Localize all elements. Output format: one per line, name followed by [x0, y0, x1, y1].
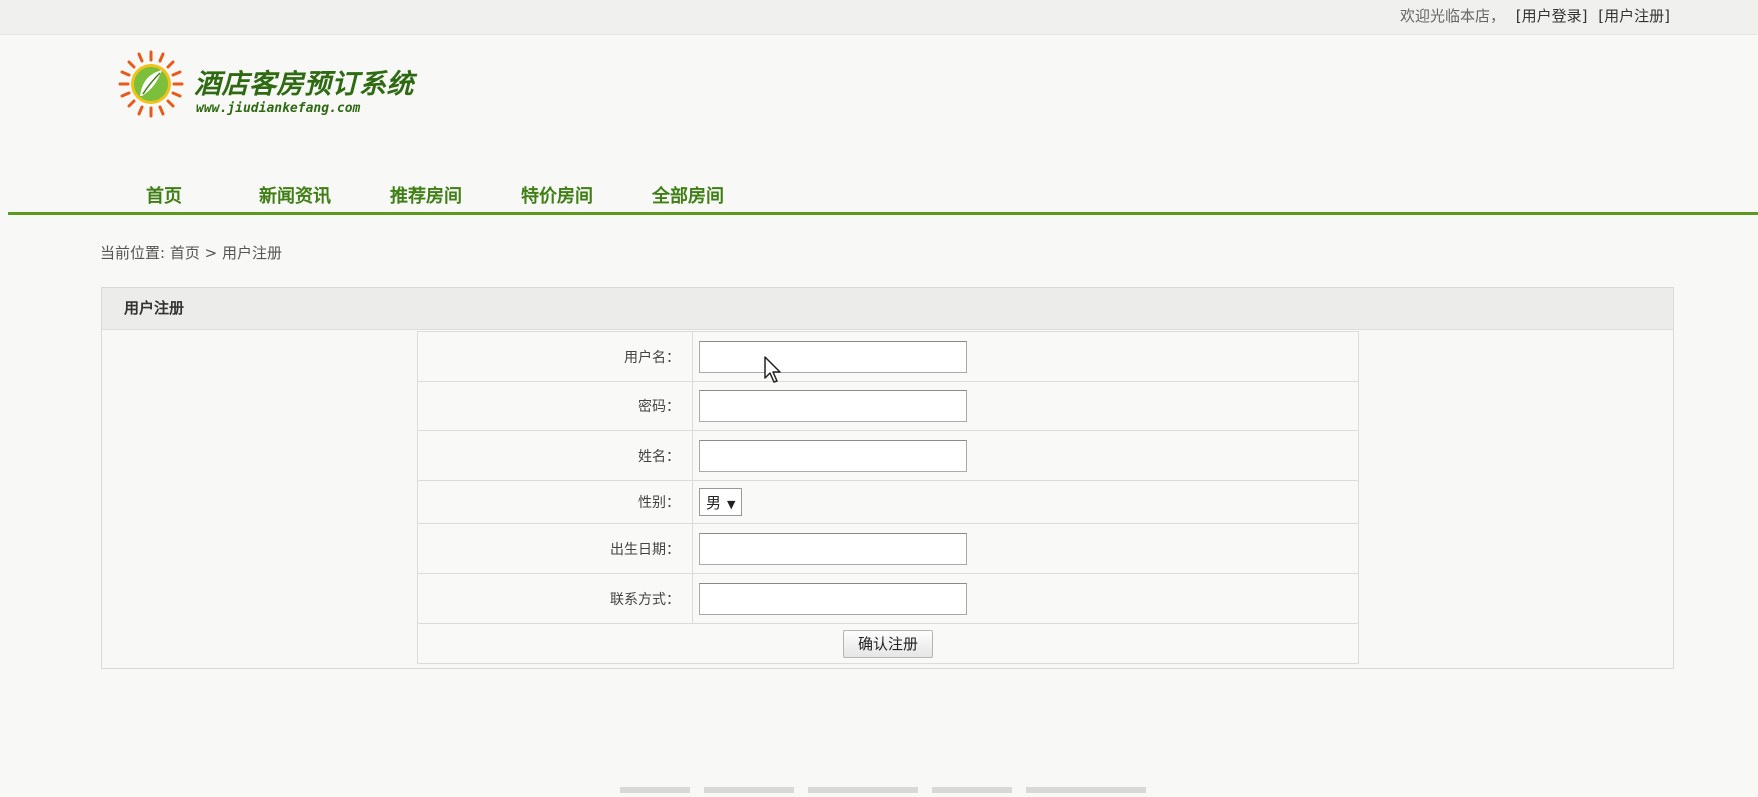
gender-selected-value: 男: [706, 494, 722, 512]
top-bar: 欢迎光临本店， [用户登录] [用户注册]: [0, 0, 1758, 35]
nav-home[interactable]: 首页: [146, 182, 182, 208]
breadcrumb-current: 用户注册: [222, 244, 283, 262]
name-label: 姓名：: [417, 430, 693, 481]
login-link[interactable]: [用户登录]: [1516, 7, 1588, 25]
birthday-label: 出生日期：: [417, 523, 693, 574]
footer-blur: [620, 778, 1220, 794]
top-links: 欢迎光临本店， [用户登录] [用户注册]: [1400, 5, 1670, 26]
site-title: 酒店客房预订系统: [194, 69, 414, 100]
breadcrumb-home-link[interactable]: 首页: [170, 244, 200, 262]
username-label: 用户名：: [417, 331, 693, 382]
name-input[interactable]: [699, 439, 967, 472]
site-url: www.jiudiankefang.com: [196, 101, 361, 116]
sun-leaf-logo-icon: [118, 50, 184, 118]
username-input[interactable]: [699, 340, 967, 373]
password-input[interactable]: [699, 390, 967, 422]
nav-recommended-rooms[interactable]: 推荐房间: [390, 182, 462, 208]
register-link[interactable]: [用户注册]: [1598, 7, 1670, 25]
nav-special-rooms[interactable]: 特价房间: [521, 182, 593, 208]
form-row-gender: 性别： 男 ▼: [417, 480, 1359, 524]
form-row-birthday: 出生日期：: [417, 523, 1359, 574]
panel-title: 用户注册: [102, 288, 1673, 330]
welcome-text: 欢迎光临本店，: [1399, 7, 1505, 25]
site-logo[interactable]: 酒店客房预订系统 www.jiudiankefang.com: [118, 48, 418, 124]
password-label: 密码：: [417, 381, 693, 431]
form-row-contact: 联系方式：: [417, 573, 1359, 624]
birthday-input[interactable]: [699, 532, 967, 565]
nav-all-rooms[interactable]: 全部房间: [652, 182, 724, 208]
breadcrumb-prefix: 当前位置:: [100, 244, 166, 262]
form-row-submit: 确认注册: [417, 623, 1359, 664]
form-row-name: 姓名：: [417, 430, 1359, 481]
main-nav: 首页 新闻资讯 推荐房间 特价房间 全部房间: [8, 178, 1758, 215]
gender-label: 性别：: [417, 480, 693, 524]
breadcrumb-separator: >: [204, 244, 218, 262]
submit-register-button[interactable]: 确认注册: [842, 629, 933, 658]
breadcrumb: 当前位置: 首页 > 用户注册: [100, 242, 282, 263]
nav-news[interactable]: 新闻资讯: [259, 182, 331, 208]
register-form: 用户名： 密码： 姓名： 性别： 男 ▼ 出生日期： 联系方式： 确认注册: [417, 331, 1359, 664]
mouse-cursor-icon: [764, 356, 781, 383]
form-row-username: 用户名：: [417, 331, 1359, 382]
form-row-password: 密码：: [417, 381, 1359, 431]
gender-select[interactable]: 男 ▼: [699, 488, 743, 516]
contact-input[interactable]: [699, 582, 967, 615]
register-panel: 用户注册 用户名： 密码： 姓名： 性别： 男 ▼ 出生日期： 联系方式： 确认…: [101, 287, 1674, 669]
dropdown-arrow-icon: ▼: [727, 498, 736, 511]
contact-label: 联系方式：: [417, 573, 693, 624]
